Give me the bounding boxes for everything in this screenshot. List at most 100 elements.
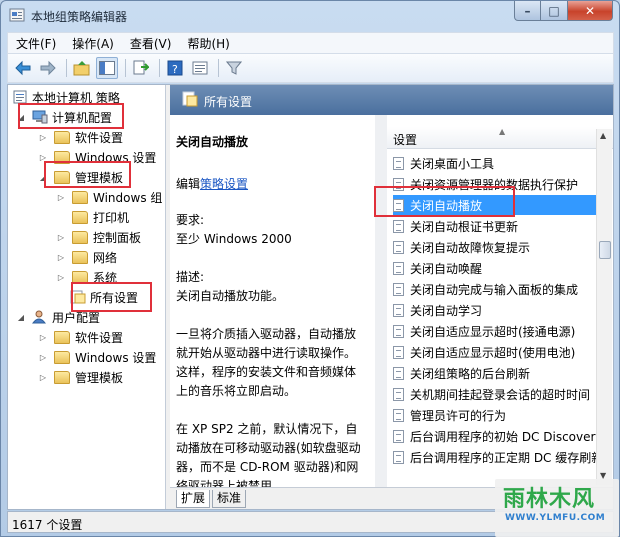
setting-label: 关闭自动故障恢复提示 xyxy=(410,240,531,255)
setting-label: 关闭桌面小工具 xyxy=(410,156,495,171)
filter-icon xyxy=(226,61,242,75)
menu-view[interactable]: 查看(V) xyxy=(122,35,180,52)
setting-row[interactable]: 关闭自动故障恢复提示 xyxy=(393,237,603,257)
scrollbar-thumb[interactable] xyxy=(599,241,611,259)
expand-arrow-icon[interactable]: ▷ xyxy=(56,192,66,202)
details-header: 所有设置 xyxy=(170,85,613,115)
setting-row[interactable]: 后台调用程序的正定期 DC 缓存刷新 xyxy=(393,447,603,467)
setting-row[interactable]: 关机期间挂起登录会话的超时时间 xyxy=(393,384,603,404)
tree-item-network[interactable]: ▷ 网络 xyxy=(56,247,117,267)
edit-policy-line: 编辑策略设置 xyxy=(176,175,248,192)
show-hide-tree-button[interactable] xyxy=(96,57,118,79)
menu-file[interactable]: 文件(F) xyxy=(8,35,64,52)
expand-arrow-icon[interactable]: ▷ xyxy=(38,372,48,382)
help-icon: ? xyxy=(167,60,183,76)
setting-row[interactable]: 关闭自动根证书更新 xyxy=(393,216,603,236)
expand-arrow-icon[interactable]: ▷ xyxy=(56,272,66,282)
highlight-all-settings xyxy=(71,282,152,312)
setting-row[interactable]: 关闭自动唤醒 xyxy=(393,258,603,278)
setting-row[interactable]: 关闭桌面小工具 xyxy=(393,153,603,173)
folder-icon xyxy=(72,230,88,244)
collapse-arrow-icon[interactable]: ◢ xyxy=(16,312,26,322)
setting-label: 关闭自动根证书更新 xyxy=(410,219,519,234)
filter-button[interactable] xyxy=(223,57,245,79)
tree-item-windows-components[interactable]: ▷ Windows 组 xyxy=(56,187,162,207)
help-button[interactable]: ? xyxy=(164,57,186,79)
setting-label: 关闭自适应显示超时(使用电池) xyxy=(410,345,576,360)
expand-arrow-icon[interactable]: ▷ xyxy=(56,252,66,262)
description-value: 关闭自动播放功能。 xyxy=(176,289,285,303)
properties-button[interactable] xyxy=(189,57,211,79)
close-button[interactable]: ✕ xyxy=(568,1,613,21)
tree-item-printers[interactable]: 打印机 xyxy=(72,207,129,227)
menu-action[interactable]: 操作(A) xyxy=(64,35,122,52)
toolbar: ? xyxy=(7,53,614,83)
description-panel: 关闭自动播放 编辑策略设置 要求: 至少 Windows 2000 描述: 关闭… xyxy=(170,115,375,487)
menu-help[interactable]: 帮助(H) xyxy=(179,35,237,52)
setting-label: 关闭自动学习 xyxy=(410,303,483,318)
back-button[interactable] xyxy=(12,57,34,79)
tree-item-user-software-settings[interactable]: ▷ 软件设置 xyxy=(38,327,123,347)
expand-arrow-icon[interactable]: ▷ xyxy=(38,132,48,142)
policy-title: 关闭自动播放 xyxy=(176,135,249,149)
watermark-sub: WWW.YLMFU.COM xyxy=(505,513,606,523)
maximize-button[interactable]: □ xyxy=(541,1,568,21)
tree-item-label: 控制面板 xyxy=(93,230,142,245)
description-line: 这样，程序的安装文件和音频媒体 xyxy=(176,365,357,379)
group-policy-app-icon xyxy=(9,8,25,22)
close-icon: ✕ xyxy=(584,3,596,18)
settings-list: 设置 ▲ 关闭桌面小工具 关闭资源管理器的数据执行保护 关闭自动播放 关闭自动根证书更… xyxy=(387,115,613,487)
folder-icon xyxy=(54,350,70,364)
forward-button[interactable] xyxy=(37,57,59,79)
policy-document-icon xyxy=(13,90,27,104)
export-list-button[interactable] xyxy=(130,57,152,79)
policy-setting-icon xyxy=(393,219,404,233)
edit-policy-link[interactable]: 策略设置 xyxy=(200,177,248,191)
tree-item-software-settings[interactable]: ▷ 软件设置 xyxy=(38,127,123,147)
window: 本地组策略编辑器 – □ ✕ 文件(F) 操作(A) 查看(V) 帮助(H) ?… xyxy=(0,0,620,537)
tree-item-user-admin-templates[interactable]: ▷ 管理模板 xyxy=(38,367,123,387)
setting-label: 关闭自动完成与输入面板的集成 xyxy=(410,282,579,297)
setting-row[interactable]: 关闭自动学习 xyxy=(393,300,603,320)
tree-item-label: 软件设置 xyxy=(75,330,124,345)
scroll-up-icon[interactable]: ▲ xyxy=(600,131,606,140)
setting-row[interactable]: 管理员许可的行为 xyxy=(393,405,603,425)
tab-extended[interactable]: 扩展 xyxy=(176,490,211,508)
tree-item-control-panel[interactable]: ▷ 控制面板 xyxy=(56,227,141,247)
setting-row[interactable]: 关闭自适应显示超时(接通电源) xyxy=(393,321,603,341)
policy-setting-icon xyxy=(393,156,404,170)
toolbar-separator xyxy=(218,59,219,77)
setting-label: 后台调用程序的正定期 DC 缓存刷新 xyxy=(410,450,603,465)
setting-label: 关闭自动唤醒 xyxy=(410,261,483,276)
tree-item-user-windows-settings[interactable]: ▷ Windows 设置 xyxy=(38,347,156,367)
policy-setting-icon xyxy=(393,282,404,296)
highlight-autoplay-setting xyxy=(374,186,515,217)
setting-row[interactable]: 关闭自适应显示超时(使用电池) xyxy=(393,342,603,362)
minimize-icon: – xyxy=(524,3,531,18)
settings-scrollbar[interactable]: ▲ ▼ xyxy=(596,129,612,485)
setting-row[interactable]: 关闭自动完成与输入面板的集成 xyxy=(393,279,603,299)
toolbar-separator xyxy=(66,59,67,77)
policy-setting-icon xyxy=(393,303,404,317)
minimize-button[interactable]: – xyxy=(514,1,541,21)
description-line: 上的音乐将立即启动。 xyxy=(176,384,297,398)
back-arrow-icon xyxy=(15,60,31,76)
description-scrollbar[interactable] xyxy=(375,115,387,487)
setting-label: 管理员许可的行为 xyxy=(410,408,507,423)
folder-icon xyxy=(54,330,70,344)
watermark-logo: 雨林木风 WWW.YLMFU.COM xyxy=(495,479,619,537)
setting-label: 关闭组策略的后台刷新 xyxy=(410,366,531,381)
settings-column-header[interactable]: 设置 ▲ xyxy=(387,127,613,149)
up-folder-button[interactable] xyxy=(71,57,93,79)
expand-arrow-icon[interactable]: ▷ xyxy=(56,232,66,242)
policy-setting-icon xyxy=(393,450,404,464)
expand-arrow-icon[interactable]: ▷ xyxy=(38,332,48,342)
expand-arrow-icon[interactable]: ▷ xyxy=(38,352,48,362)
setting-row[interactable]: 后台调用程序的初始 DC Discovery xyxy=(393,426,603,446)
description-line: 一旦将介质插入驱动器，自动播放 xyxy=(176,327,357,341)
setting-row[interactable]: 关闭组策略的后台刷新 xyxy=(393,363,603,383)
tree-item-label: 软件设置 xyxy=(75,130,124,145)
up-folder-icon xyxy=(73,61,90,76)
menubar: 文件(F) 操作(A) 查看(V) 帮助(H) xyxy=(7,32,614,53)
tab-standard[interactable]: 标准 xyxy=(212,490,247,508)
